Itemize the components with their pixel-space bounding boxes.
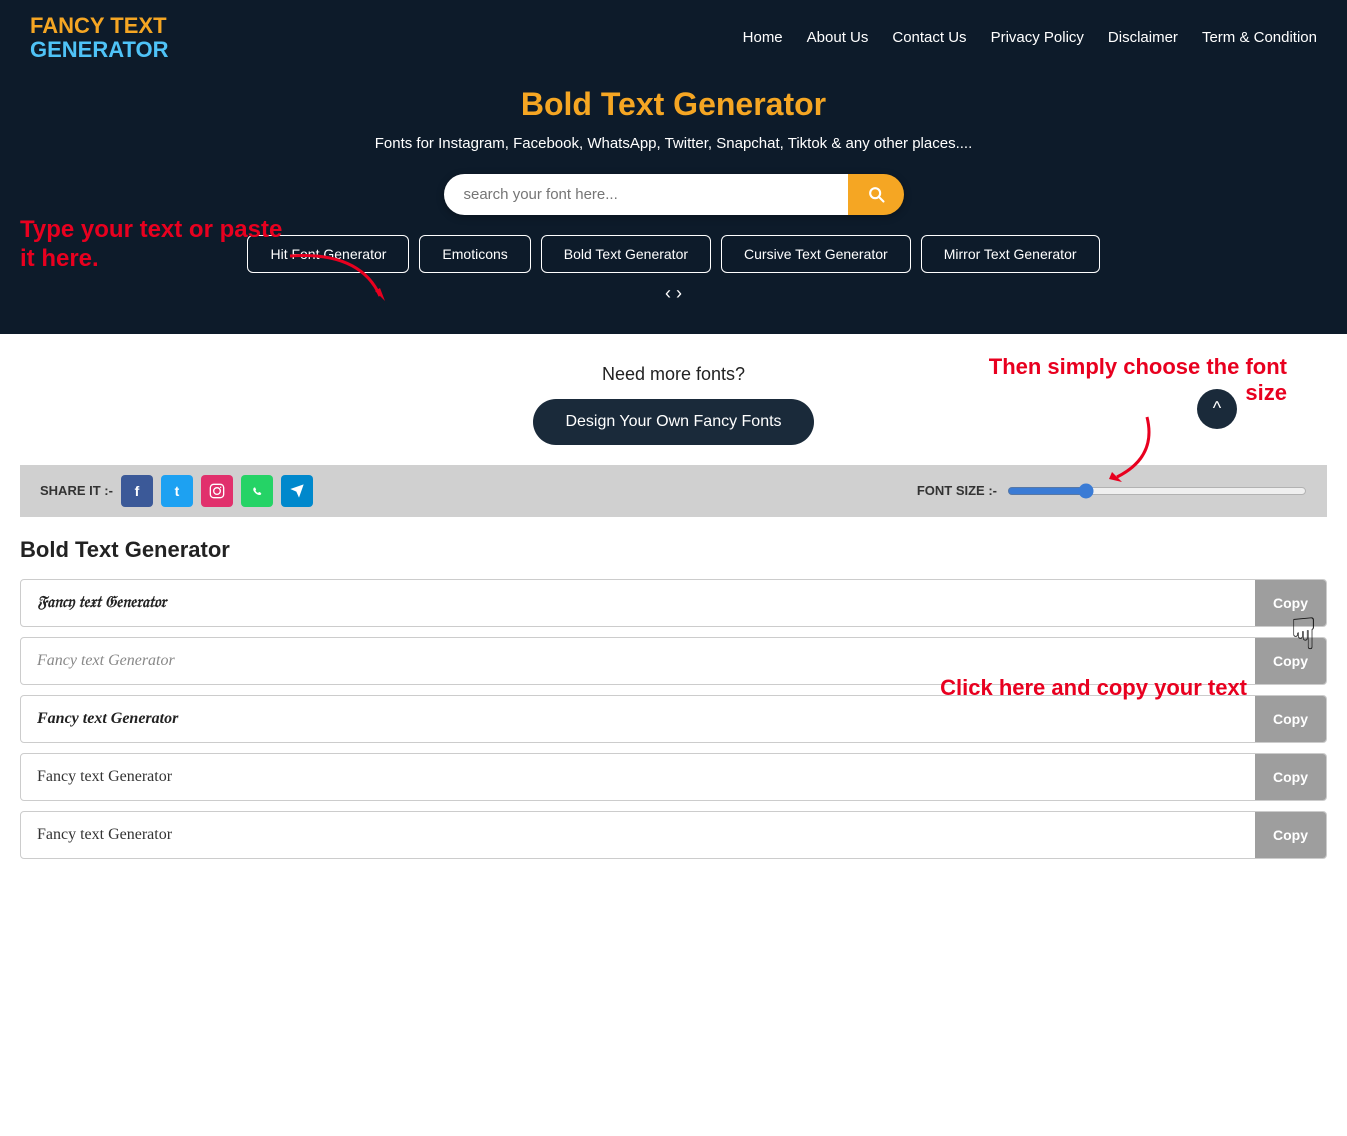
navbar: FANCY TEXT GENERATOR Home About Us Conta… xyxy=(0,0,1347,76)
twitter-share-button[interactable]: t xyxy=(161,475,193,507)
font-row-wrapper-1: 𝔉𝔞𝔫𝔠𝔶 𝔱𝔢𝔵𝔱 𝔊𝔢𝔫𝔢𝔯𝔞𝔱𝔬𝔯 Copy ☟ xyxy=(20,579,1327,627)
mid-section: Then simply choose the font size Need mo… xyxy=(0,334,1347,517)
font-row-2: Fancy text Generator Copy xyxy=(20,637,1327,685)
annotation-arrow xyxy=(280,246,400,316)
telegram-share-button[interactable] xyxy=(281,475,313,507)
whatsapp-icon xyxy=(249,483,265,499)
share-label: SHARE IT :- xyxy=(40,483,113,498)
font-text-4: Fancy text Generator xyxy=(21,754,1255,800)
hero-section: FANCY TEXT GENERATOR Home About Us Conta… xyxy=(0,0,1347,334)
copy-button-2[interactable]: Copy xyxy=(1255,638,1326,684)
font-row-3: Fancy text Generator Copy xyxy=(20,695,1327,743)
nav-privacy[interactable]: Privacy Policy xyxy=(991,29,1084,46)
font-text-5: Fancy text Generator xyxy=(21,812,1255,858)
font-row-wrapper-3: Fancy text Generator Copy Click here and… xyxy=(20,695,1327,743)
font-text-3: Fancy text Generator xyxy=(21,696,1255,742)
hero-top-area: Bold Text Generator Fonts for Instagram,… xyxy=(0,86,1347,215)
nav-about[interactable]: About Us xyxy=(807,29,869,46)
cat-btn-mirror[interactable]: Mirror Text Generator xyxy=(921,235,1100,273)
copy-button-4[interactable]: Copy xyxy=(1255,754,1326,800)
copy-button-5[interactable]: Copy xyxy=(1255,812,1326,858)
annotation-right-top: Then simply choose the font size xyxy=(947,354,1287,487)
section-title: Bold Text Generator xyxy=(20,537,1327,563)
font-row-1: 𝔉𝔞𝔫𝔠𝔶 𝔱𝔢𝔵𝔱 𝔊𝔢𝔫𝔢𝔯𝔞𝔱𝔬𝔯 Copy xyxy=(20,579,1327,627)
search-icon xyxy=(866,184,886,204)
annotation-left: Type your text or paste it here. xyxy=(20,216,300,274)
instagram-icon xyxy=(209,483,225,499)
search-button[interactable] xyxy=(848,174,904,215)
cat-btn-emoticons[interactable]: Emoticons xyxy=(419,235,530,273)
annotation-right-text: Then simply choose the font size xyxy=(989,354,1287,405)
telegram-icon xyxy=(289,483,305,499)
hero-title: Bold Text Generator xyxy=(0,86,1347,123)
scroll-up-button[interactable]: ^ xyxy=(1197,389,1237,429)
nav-links: Home About Us Contact Us Privacy Policy … xyxy=(743,29,1317,47)
search-wrapper xyxy=(444,174,904,215)
search-area xyxy=(0,174,1347,215)
search-input[interactable] xyxy=(444,174,848,215)
font-row-5: Fancy text Generator Copy xyxy=(20,811,1327,859)
logo-line2: GENERATOR xyxy=(30,38,169,62)
logo: FANCY TEXT GENERATOR xyxy=(30,14,169,62)
nav-home[interactable]: Home xyxy=(743,29,783,46)
facebook-share-button[interactable]: f xyxy=(121,475,153,507)
hero-subtitle: Fonts for Instagram, Facebook, WhatsApp,… xyxy=(0,133,1347,156)
nav-disclaimer[interactable]: Disclaimer xyxy=(1108,29,1178,46)
cat-btn-cursive[interactable]: Cursive Text Generator xyxy=(721,235,911,273)
font-text-1: 𝔉𝔞𝔫𝔠𝔶 𝔱𝔢𝔵𝔱 𝔊𝔢𝔫𝔢𝔯𝔞𝔱𝔬𝔯 xyxy=(21,580,1255,626)
copy-button-1[interactable]: Copy xyxy=(1255,580,1326,626)
font-row-4: Fancy text Generator Copy xyxy=(20,753,1327,801)
logo-line1: FANCY TEXT xyxy=(30,14,169,38)
content-section: Bold Text Generator 𝔉𝔞𝔫𝔠𝔶 𝔱𝔢𝔵𝔱 𝔊𝔢𝔫𝔢𝔯𝔞𝔱𝔬𝔯… xyxy=(0,517,1347,899)
cat-pagination[interactable]: ‹ › xyxy=(0,283,1347,304)
cat-btn-bold[interactable]: Bold Text Generator xyxy=(541,235,711,273)
font-text-2: Fancy text Generator xyxy=(21,638,1255,684)
design-btn[interactable]: Design Your Own Fancy Fonts xyxy=(533,399,813,445)
copy-button-3[interactable]: Copy xyxy=(1255,696,1326,742)
nav-contact[interactable]: Contact Us xyxy=(892,29,966,46)
whatsapp-share-button[interactable] xyxy=(241,475,273,507)
instagram-share-button[interactable] xyxy=(201,475,233,507)
annotation-arrow-down xyxy=(1087,407,1167,487)
font-rows-wrapper: 𝔉𝔞𝔫𝔠𝔶 𝔱𝔢𝔵𝔱 𝔊𝔢𝔫𝔢𝔯𝔞𝔱𝔬𝔯 Copy ☟ Fancy text G… xyxy=(20,579,1327,859)
nav-terms[interactable]: Term & Condition xyxy=(1202,29,1317,46)
share-left: SHARE IT :- f t xyxy=(40,475,313,507)
